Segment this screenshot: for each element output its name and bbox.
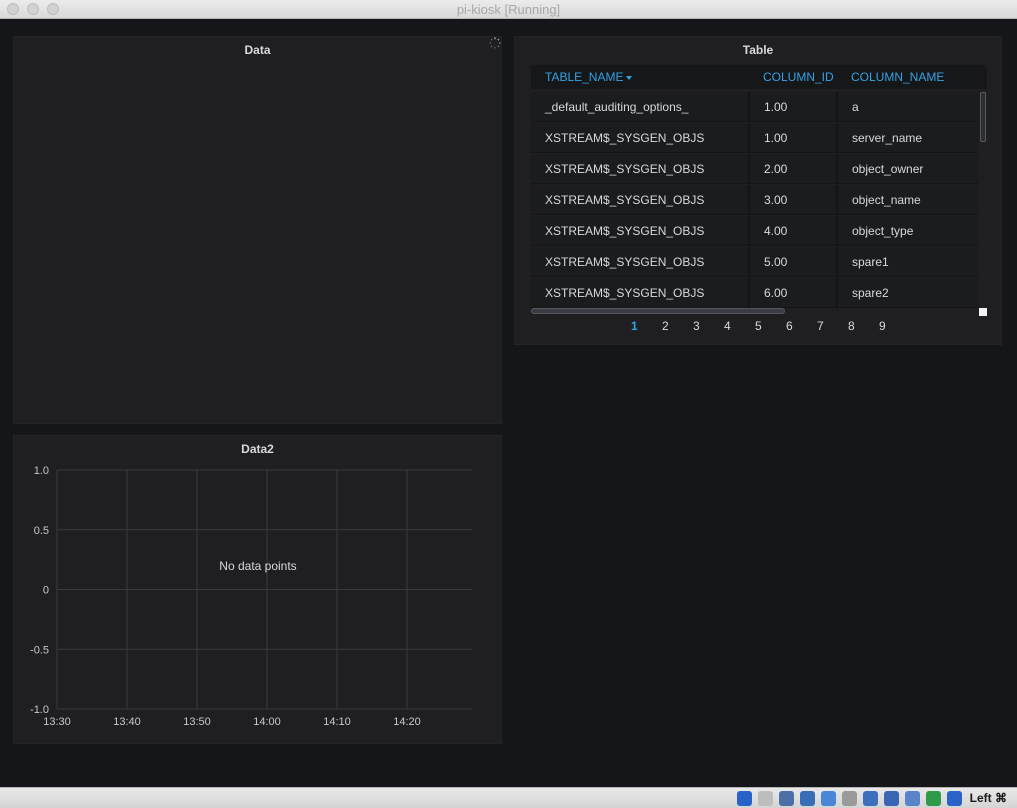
cell-table-name: XSTREAM$_SYSGEN_OBJS [531,185,750,215]
cell-column-name: object_owner [852,162,924,176]
cpu-icon[interactable] [905,791,920,806]
shared-folders-icon[interactable] [842,791,857,806]
hard-disk-icon[interactable] [737,791,752,806]
table-row[interactable]: XSTREAM$_SYSGEN_OBJS 6.00 spare2 [531,278,979,308]
video-capture-icon[interactable] [884,791,899,806]
y-tick-label: 0 [43,585,49,597]
page-link-2[interactable]: 2 [662,319,669,333]
scroll-corner [979,308,987,316]
usb-icon[interactable] [821,791,836,806]
cell-column-id: 6.00 [750,278,838,308]
cell-column-id: 4.00 [750,216,838,246]
cell-table-name: XSTREAM$_SYSGEN_OBJS [531,123,750,153]
y-tick-label: 1.0 [34,465,49,477]
y-tick-label: -0.5 [30,644,49,656]
cell-table-name: _default_auditing_options_ [531,92,750,122]
network-icon[interactable] [800,791,815,806]
column-header-column-name[interactable]: COLUMN_NAME [851,70,944,84]
cell-table-name: XSTREAM$_SYSGEN_OBJS [531,216,750,246]
page-link-8[interactable]: 8 [848,319,855,333]
x-tick-label: 14:20 [393,716,421,728]
display-icon[interactable] [863,791,878,806]
cell-column-name: spare1 [852,255,889,269]
table-vertical-scrollbar[interactable] [980,92,986,142]
window-titlebar: pi-kiosk [Running] [0,0,1017,19]
page-link-6[interactable]: 6 [786,319,793,333]
loading-spinner-icon [489,37,501,49]
audio-icon[interactable] [779,791,794,806]
window-title: pi-kiosk [Running] [456,2,561,17]
x-tick-label: 13:50 [183,716,211,728]
cell-column-name: server_name [852,131,923,145]
no-data-message: No data points [219,559,296,573]
host-key-label: Left ⌘ [969,791,1007,805]
table-header: TABLE_NAME COLUMN_ID COLUMN_NAME [531,65,987,89]
column-header-table-name[interactable]: TABLE_NAME [545,70,633,84]
page-link-1[interactable]: 1 [631,319,638,333]
cell-column-name: spare2 [852,286,889,300]
cell-column-name: a [852,100,859,114]
table-row[interactable]: XSTREAM$_SYSGEN_OBJS 5.00 spare1 [531,247,979,277]
page-link-5[interactable]: 5 [755,319,762,333]
cell-column-id: 3.00 [750,185,838,215]
graph-chart: 1.0 0.5 0 -0.5 -1.013:30 13:40 13:50 14:00 14:10… [30,465,472,728]
vm-statusbar: Left ⌘ [0,787,1017,808]
x-tick-label: 13:40 [113,716,141,728]
table-row[interactable]: XSTREAM$_SYSGEN_OBJS 3.00 object_name [531,185,979,215]
panel-table[interactable]: Table TABLE_NAME COLUMN_ID COLUMN_NAME _… [514,36,1002,345]
cell-column-name: object_type [852,224,914,238]
table-row[interactable]: XSTREAM$_SYSGEN_OBJS 4.00 object_type [531,216,979,246]
cell-column-id: 1.00 [750,123,838,153]
page-link-9[interactable]: 9 [879,319,886,333]
dashboard: Data Table TABLE_NAME COLUMN_ID COLUMN_N… [0,19,1017,787]
table-row[interactable]: _default_auditing_options_ 1.00 a [531,92,979,122]
x-tick-label: 14:00 [253,716,281,728]
cell-column-id: 5.00 [750,247,838,277]
table-row[interactable]: XSTREAM$_SYSGEN_OBJS 2.00 object_owner [531,154,979,184]
cell-table-name: XSTREAM$_SYSGEN_OBJS [531,154,750,184]
sort-desc-icon [626,75,633,80]
cell-column-id: 1.00 [750,92,838,122]
y-tick-label: 0.5 [34,525,49,537]
page-link-7[interactable]: 7 [817,319,824,333]
panel-data2[interactable]: Data2 1.0 0.5 0 -0.5 -1.0 13:30 13:40 13:50 14:0… [13,435,502,744]
cell-table-name: XSTREAM$_SYSGEN_OBJS [531,278,750,308]
mouse-integration-icon[interactable] [926,791,941,806]
panel-title-table: Table [742,43,774,57]
page-link-3[interactable]: 3 [693,319,700,333]
page-link-4[interactable]: 4 [724,319,731,333]
panel-title-data: Data [244,43,271,57]
column-header-column-id[interactable]: COLUMN_ID [763,70,834,84]
x-tick-label: 13:30 [43,716,71,728]
cell-column-id: 2.00 [750,154,838,184]
x-tick-label: 14:10 [323,716,351,728]
cell-column-name: object_name [852,193,921,207]
cell-table-name: XSTREAM$_SYSGEN_OBJS [531,247,750,277]
optical-drive-icon[interactable] [758,791,773,806]
table-horizontal-scrollbar[interactable] [531,308,785,314]
panel-data[interactable]: Data [13,36,502,424]
table-row[interactable]: XSTREAM$_SYSGEN_OBJS 1.00 server_name [531,123,979,153]
y-tick-label: -1.0 [30,704,49,716]
column-header-label: TABLE_NAME [545,70,624,84]
download-icon[interactable] [947,791,962,806]
